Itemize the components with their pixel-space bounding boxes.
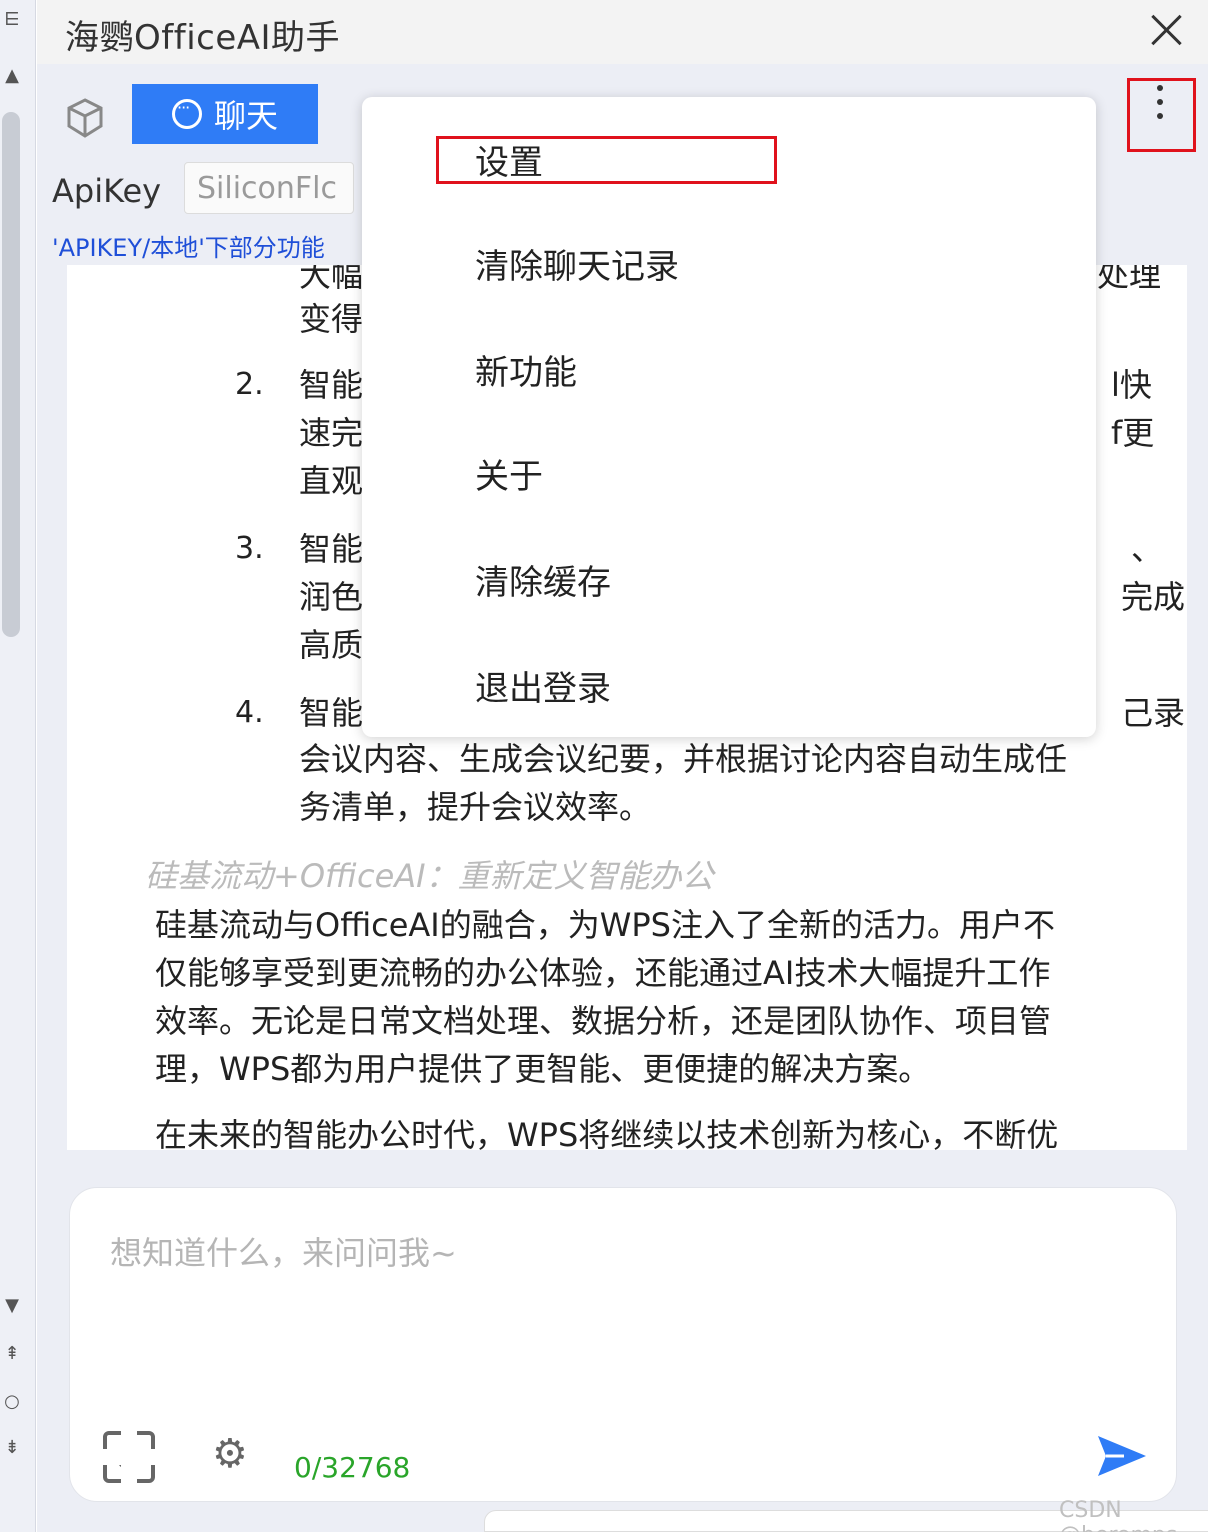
paragraph-line: 理，WPS都为用户提供了更智能、更便捷的解决方案。: [155, 1050, 931, 1088]
menu-item-new-features[interactable]: 新功能: [475, 345, 577, 394]
section-heading: 硅基流动+OfficeAI：重新定义智能办公: [145, 857, 714, 895]
scroll-down-icon[interactable]: ▼: [2, 1296, 22, 1316]
menu-item-about[interactable]: 关于: [475, 449, 543, 498]
list-item-line: 高质: [299, 626, 364, 664]
apikey-provider-select[interactable]: SiliconFlc: [184, 162, 354, 214]
text-fragment: 完成: [1121, 578, 1186, 616]
text-fragment: 、: [1131, 530, 1164, 568]
highlight-box-more: [1127, 78, 1196, 152]
menu-item-clear-chat[interactable]: 清除聊天记录: [475, 239, 679, 288]
send-icon[interactable]: [1094, 1428, 1150, 1484]
list-item-line: 速完: [299, 414, 364, 452]
text-fragment: l快: [1111, 366, 1152, 404]
menu-item-logout[interactable]: 退出登录: [475, 661, 611, 710]
cube-icon[interactable]: [63, 96, 107, 140]
list-item-line: 智能: [299, 694, 364, 732]
menu-item-clear-cache[interactable]: 清除缓存: [475, 555, 611, 604]
screenshot-icon[interactable]: [101, 1429, 161, 1489]
scroll-up-icon[interactable]: ▲: [2, 66, 22, 86]
list-item-line: 务清单，提升会议效率。: [299, 788, 652, 826]
list-number: 3.: [235, 531, 264, 566]
chat-input-placeholder: 想知道什么，来问问我~: [110, 1234, 457, 1272]
title-bar: 海鹦OfficeAI助手: [37, 0, 1208, 64]
highlight-box-settings: [436, 136, 777, 184]
list-item-line: 会议内容、生成会议纪要，并根据讨论内容自动生成任: [299, 740, 1068, 778]
close-icon[interactable]: [1145, 8, 1189, 52]
left-side-strip: ⋿ ▲ ▼ ⇞ ○ ⇟: [0, 0, 36, 1532]
ruler-icon: ⋿: [4, 9, 20, 30]
list-item-line: 智能: [299, 530, 364, 568]
panel-title: 海鹦OfficeAI助手: [65, 18, 341, 58]
list-number: 4.: [235, 695, 264, 730]
watermark: CSDN @heromps: [1059, 1498, 1177, 1532]
text-fragment: 处理: [1097, 265, 1162, 294]
chat-tab-label: 聊天: [213, 97, 278, 135]
list-item-line: 直观: [299, 462, 364, 500]
page-down-icon[interactable]: ⇟: [2, 1438, 22, 1458]
page-up-icon[interactable]: ⇞: [2, 1344, 22, 1364]
paragraph-line: 效率。无论是日常文档处理、数据分析，还是团队协作、项目管: [155, 1002, 1052, 1040]
list-item-line: 润色: [299, 578, 364, 616]
apikey-notice: 'APIKEY/本地'下部分功能: [52, 234, 325, 262]
text-fragment: f更: [1111, 414, 1155, 452]
character-counter: 0/32768: [294, 1451, 411, 1484]
select-browse-icon[interactable]: ○: [2, 1392, 22, 1412]
more-options-menu: 设置 清除聊天记录 新功能 关于 清除缓存 退出登录: [362, 97, 1096, 737]
list-item-line: 变得: [299, 300, 364, 338]
list-item-line: 智能: [299, 366, 364, 404]
list-number: 2.: [235, 367, 264, 402]
paragraph-line: 硅基流动与OfficeAI的融合，为WPS注入了全新的活力。用户不: [155, 906, 1055, 944]
chat-tab[interactable]: 聊天: [132, 84, 318, 144]
apikey-label: ApiKey: [52, 172, 162, 210]
left-scrollbar[interactable]: [2, 112, 20, 637]
text-fragment: 己录: [1121, 694, 1186, 732]
chat-input-box[interactable]: 想知道什么，来问问我~ ⚙ 0/32768: [69, 1187, 1177, 1502]
paragraph-line: 在未来的智能办公时代，WPS将继续以技术创新为核心，不断优: [155, 1116, 1059, 1150]
list-item-line: 大幅: [299, 265, 364, 294]
paragraph-line: 仅能够享受到更流畅的办公体验，还能通过AI技术大幅提升工作: [155, 954, 1051, 992]
chat-bubble-icon: [171, 98, 202, 129]
gear-icon[interactable]: ⚙: [212, 1434, 248, 1474]
